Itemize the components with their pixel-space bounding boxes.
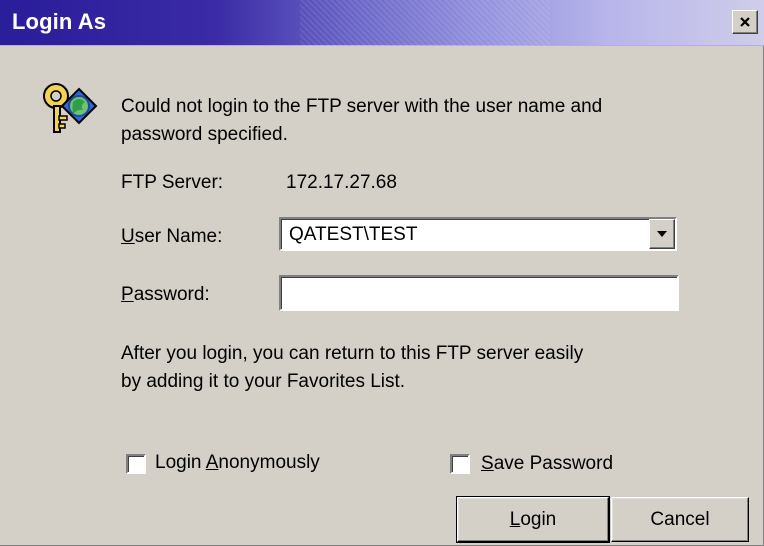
password-field[interactable] [279,275,679,311]
error-message: Could not login to the FTP server with t… [121,93,602,149]
password-label: Password: [121,283,210,307]
login-button[interactable]: Login [456,496,610,543]
error-message-line-1: Could not login to the FTP server with t… [121,96,603,117]
login-button-label-mnemonic: L [509,508,521,530]
save-password-label-mnemonic: S [481,453,494,474]
title-bar-pattern [300,0,550,46]
favorites-info-line-1: After you login, you can return to this … [121,343,584,364]
login-as-dialog: Login As Could not login to the FTP serv… [0,0,764,546]
user-name-label-mnemonic: U [121,226,135,247]
user-name-combobox[interactable]: QATEST\TEST [279,217,677,251]
user-name-label-suffix: ser Name: [134,226,223,247]
close-button[interactable] [732,10,758,34]
save-password-checkbox[interactable] [450,454,470,474]
ftp-server-label: FTP Server: [121,172,224,193]
save-password-label[interactable]: Save Password [481,452,613,476]
ftp-server-value: 172.17.27.68 [286,172,397,193]
cancel-button[interactable]: Cancel [611,497,749,542]
login-anonymously-label[interactable]: Login Anonymously [155,451,320,475]
password-label-mnemonic: P [121,284,134,305]
key-icon [43,83,98,133]
login-anonymously-label-prefix: Login [155,452,206,473]
chevron-down-icon [657,231,667,237]
save-password-label-suffix: ave Password [493,453,614,474]
error-message-line-2: password specified. [121,124,288,145]
login-anonymously-label-suffix: nonymously [218,452,320,473]
favorites-info-message: After you login, you can return to this … [121,340,583,396]
login-anonymously-label-mnemonic: A [205,452,219,473]
title-bar[interactable]: Login As [0,0,764,46]
favorites-info-line-2: by adding it to your Favorites List. [121,371,406,392]
user-name-dropdown-button[interactable] [649,219,675,249]
close-icon [740,17,750,27]
window-title: Login As [12,9,107,34]
login-anonymously-checkbox[interactable] [126,454,146,474]
login-button-label-suffix: ogin [520,508,557,530]
user-name-value[interactable]: QATEST\TEST [289,224,417,246]
user-name-label: User Name: [121,225,222,249]
password-label-suffix: assword: [133,284,210,305]
